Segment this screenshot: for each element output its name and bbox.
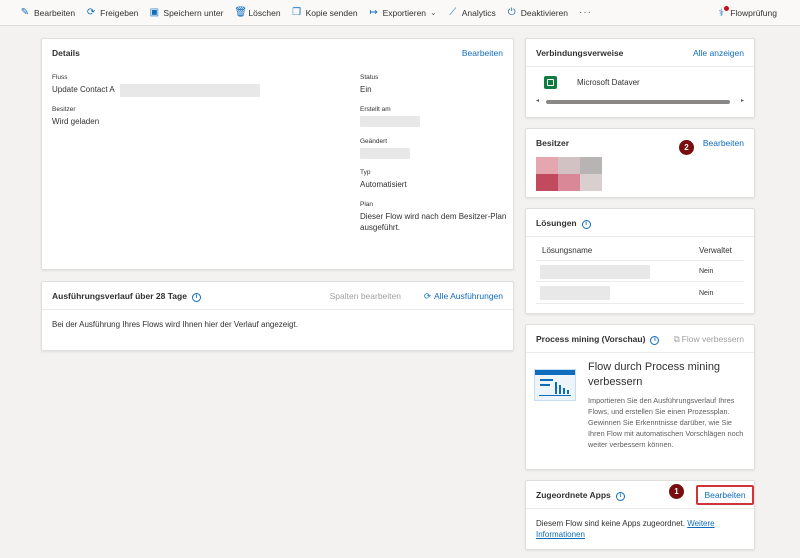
apps-edit-button[interactable]: Bearbeiten bbox=[696, 485, 754, 505]
refresh-icon: ⟳ bbox=[423, 291, 431, 301]
scroll-right-icon[interactable]: ▸ bbox=[741, 97, 744, 104]
divider bbox=[526, 236, 754, 237]
status-value: Ein bbox=[360, 85, 372, 94]
edit-button[interactable]: ✎ Bearbeiten bbox=[20, 7, 75, 18]
type-label: Typ bbox=[360, 169, 371, 176]
created-value-redacted bbox=[360, 116, 420, 127]
dataverse-icon bbox=[544, 76, 557, 89]
chevron-down-icon: ⌄ bbox=[430, 8, 437, 17]
solutions-table-header: Lösungsname Verwaltet bbox=[536, 241, 744, 261]
associated-apps-title: Zugeordnete Apps i bbox=[536, 490, 625, 501]
owner-avatars-redacted bbox=[536, 157, 602, 191]
associated-apps-card: Zugeordnete Apps i 1 Bearbeiten Diesem Fl… bbox=[525, 480, 755, 550]
details-card: Details Bearbeiten Fluss Update Contact … bbox=[41, 38, 514, 270]
owners-edit-link[interactable]: Bearbeiten bbox=[703, 138, 744, 148]
process-mining-description: Importieren Sie den Ausführungsverlauf I… bbox=[588, 396, 744, 449]
show-all-link[interactable]: Alle anzeigen bbox=[693, 48, 744, 58]
pencil-icon: ✎ bbox=[20, 7, 30, 18]
table-row[interactable]: Nein bbox=[536, 262, 744, 282]
chart-icon: ⟋ bbox=[449, 7, 457, 18]
save-as-button[interactable]: ▣ Speichern unter bbox=[149, 7, 224, 18]
owners-title: Besitzer bbox=[536, 138, 570, 148]
run-history-title: Ausführungsverlauf über 28 Tage i bbox=[52, 291, 201, 302]
flow-value: Update Contact A bbox=[52, 85, 115, 94]
save-icon: ▣ bbox=[149, 7, 160, 18]
owner-label: Besitzer bbox=[52, 106, 76, 113]
scroll-left-icon[interactable]: ◂ bbox=[536, 97, 539, 104]
connection-references-card: Verbindungsverweise Alle anzeigen Micros… bbox=[525, 38, 755, 118]
copy-icon: ❐ bbox=[292, 7, 302, 18]
connection-references-title: Verbindungsverweise bbox=[536, 48, 624, 58]
export-button[interactable]: ↦ Exportieren ⌄ bbox=[369, 7, 437, 18]
solutions-card: Lösungen i Lösungsname Verwaltet Nein Nei… bbox=[525, 208, 755, 314]
flow-label: Fluss bbox=[52, 74, 68, 81]
owners-card: Besitzer 2 Bearbeiten bbox=[525, 128, 755, 198]
export-icon: ↦ bbox=[369, 7, 378, 18]
command-bar: ✎ Bearbeiten ⟳ Freigeben ▣ Speichern unt… bbox=[0, 0, 800, 26]
power-icon: ⏻ bbox=[507, 7, 516, 18]
improve-flow-button[interactable]: ⧉ Flow verbessern bbox=[674, 334, 744, 345]
solution-name-redacted bbox=[540, 286, 610, 300]
info-icon[interactable]: i bbox=[650, 336, 660, 345]
modified-label: Geändert bbox=[360, 138, 388, 145]
details-edit-link[interactable]: Bearbeiten bbox=[462, 48, 503, 58]
column-header-solution-name[interactable]: Lösungsname bbox=[542, 246, 592, 255]
deactivate-button[interactable]: ⏻ Deaktivieren bbox=[507, 7, 568, 18]
table-row[interactable]: Nein bbox=[536, 284, 744, 304]
details-title: Details bbox=[52, 48, 80, 58]
process-mining-heading: Flow durch Process mining verbessern bbox=[588, 361, 721, 388]
column-header-managed[interactable]: Verwaltet bbox=[699, 246, 732, 255]
edit-box-icon: ⧉ bbox=[673, 334, 680, 344]
solution-name-redacted bbox=[540, 265, 650, 279]
created-label: Erstellt am bbox=[360, 106, 391, 113]
status-label: Status bbox=[360, 74, 379, 81]
trash-icon: 🗑 bbox=[234, 7, 248, 18]
type-value: Automatisiert bbox=[360, 180, 407, 189]
divider bbox=[526, 508, 754, 509]
send-copy-button[interactable]: ❐ Kopie senden bbox=[292, 7, 357, 18]
modified-value-redacted bbox=[360, 148, 410, 159]
info-icon[interactable]: i bbox=[581, 220, 591, 229]
run-history-empty-text: Bei der Ausführung Ihres Flows wird Ihne… bbox=[52, 320, 298, 329]
share-icon: ⟳ bbox=[86, 7, 96, 18]
info-icon[interactable]: i bbox=[191, 293, 201, 302]
flow-checker-button[interactable]: ⚕ Flowprüfung bbox=[716, 0, 777, 26]
managed-value: Nein bbox=[699, 290, 714, 297]
process-mining-card: Process mining (Vorschau) i ⧉ Flow verbess… bbox=[525, 324, 755, 470]
all-runs-link[interactable]: ⟳ Alle Ausführungen bbox=[424, 291, 503, 302]
flow-name-redacted bbox=[120, 84, 260, 97]
stethoscope-icon: ⚕ bbox=[716, 5, 730, 19]
more-icon: ··· bbox=[579, 7, 592, 18]
info-icon[interactable]: i bbox=[615, 492, 625, 501]
managed-value: Nein bbox=[699, 268, 714, 275]
delete-button[interactable]: 🗑 Löschen bbox=[234, 7, 280, 18]
plan-label: Plan bbox=[360, 201, 374, 208]
run-history-card: Ausführungsverlauf über 28 Tage i Spalten… bbox=[41, 281, 514, 351]
process-mining-illustration bbox=[534, 369, 576, 401]
scroll-thumb[interactable] bbox=[546, 100, 730, 104]
divider bbox=[42, 309, 513, 310]
share-button[interactable]: ⟳ Freigeben bbox=[86, 7, 138, 18]
solutions-title: Lösungen i bbox=[536, 218, 591, 229]
analytics-button[interactable]: ⟋ Analytics bbox=[448, 7, 496, 18]
step-badge-2: 2 bbox=[679, 140, 694, 155]
edit-columns-button[interactable]: Spalten bearbeiten bbox=[330, 291, 401, 301]
process-mining-title: Process mining (Vorschau) i bbox=[536, 334, 660, 345]
owner-value: Wird geladen bbox=[52, 117, 100, 126]
step-badge-1: 1 bbox=[669, 484, 684, 499]
more-options-button[interactable]: ··· bbox=[579, 7, 592, 18]
dataverse-connection-item[interactable]: Microsoft Dataver bbox=[544, 76, 640, 89]
notification-dot bbox=[724, 5, 730, 11]
plan-value: Dieser Flow wird nach dem Besitzer-Plan … bbox=[360, 212, 507, 232]
horizontal-scrollbar[interactable]: ◂ ▸ bbox=[536, 97, 744, 105]
apps-info-text: Diesem Flow sind keine Apps zugeordnet. … bbox=[536, 519, 715, 539]
divider bbox=[526, 352, 754, 353]
divider bbox=[526, 66, 754, 67]
